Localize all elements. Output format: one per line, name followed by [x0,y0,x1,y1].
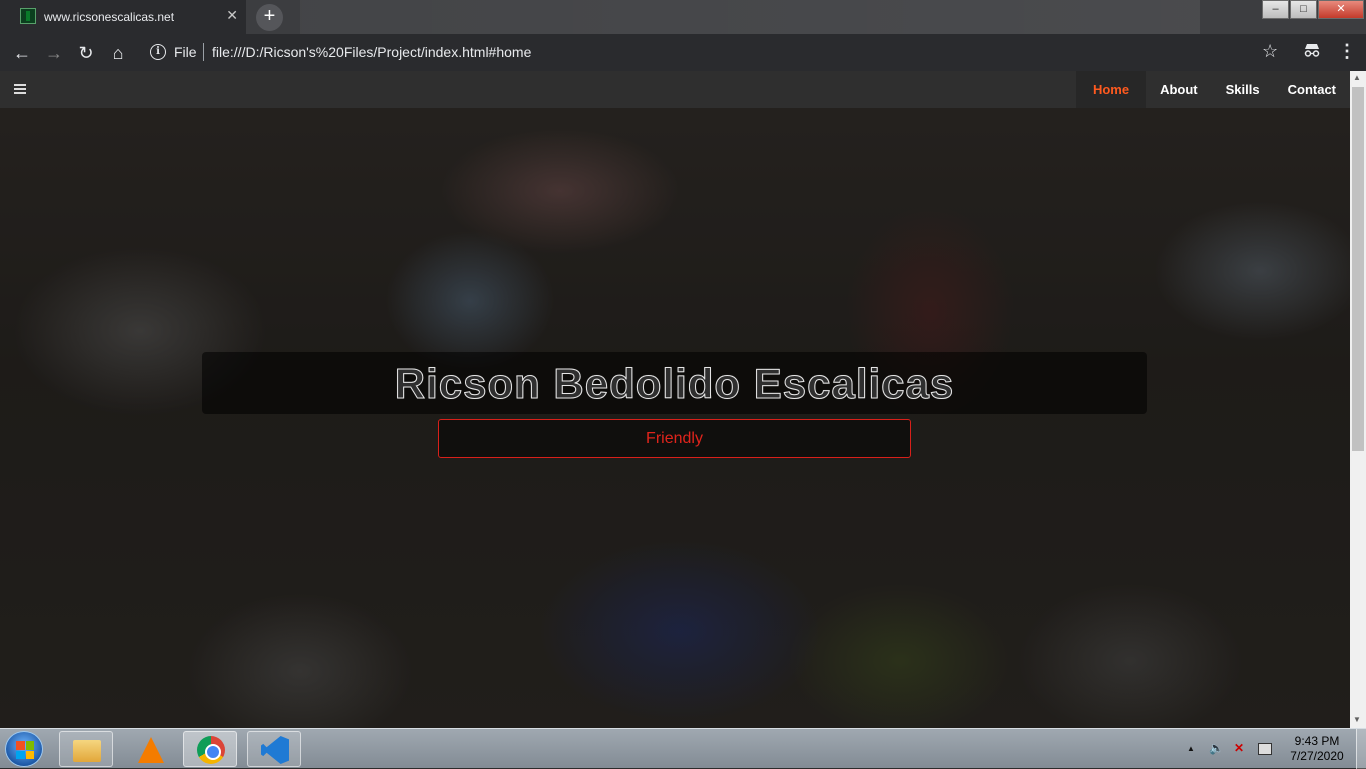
start-button[interactable] [5,731,43,767]
background-tabs [300,0,1200,34]
hero-name-heading: Ricson Bedolido Escalicas [394,360,955,408]
clock-date: 7/27/2020 [1290,749,1344,763]
hero-title-band: Ricson Bedolido Escalicas [202,352,1147,414]
site-favicon-icon [20,8,36,24]
minimize-button[interactable]: – [1262,0,1289,19]
url-separator [203,43,204,61]
back-arrow-icon[interactable]: ← [11,42,33,64]
incognito-icon[interactable] [1303,43,1321,57]
windows-flag-icon [16,741,34,759]
reload-icon[interactable]: ↻ [75,42,97,64]
file-explorer-icon [73,740,101,762]
vlc-icon [138,737,164,763]
window-close-button[interactable]: ✕ [1318,0,1364,19]
taskbar-chrome[interactable] [183,731,237,767]
page-scrollbar[interactable]: ▲ ▼ [1350,71,1366,728]
taskbar-vscode[interactable] [247,731,301,767]
windows-taskbar: ▲ 🔈 ✕ 9:43 PM 7/27/2020 [0,728,1366,769]
taskbar-clock[interactable]: 9:43 PM 7/27/2020 [1284,734,1350,764]
network-disconnected-icon[interactable]: ✕ [1234,741,1244,755]
forward-arrow-icon[interactable]: → [43,42,65,64]
maximize-button[interactable]: □ [1290,0,1317,19]
scrollbar-thumb[interactable] [1352,87,1364,451]
nav-link-contact[interactable]: Contact [1274,71,1350,108]
vscode-icon [261,736,289,764]
show-desktop-button[interactable] [1356,729,1366,769]
tab-strip: www.ricsonescalicas.net ✕ + – □ ✕ [0,0,1366,34]
action-center-icon[interactable] [1258,743,1272,755]
new-tab-button[interactable]: + [256,4,283,31]
browser-toolbar: ← → ↻ ⌂ i File file:///D:/Ricson's%20Fil… [0,34,1366,71]
tab-title: www.ricsonescalicas.net [44,10,175,24]
hamburger-menu-icon[interactable] [14,84,26,94]
browser-menu-icon[interactable]: ⋮ [1338,42,1356,60]
chrome-icon [197,736,225,764]
site-nav-menu: Home About Skills Contact [1075,71,1350,108]
hero-trait-text: Friendly [646,430,703,447]
bookmark-star-icon[interactable]: ☆ [1262,41,1278,62]
window-controls: – □ ✕ [1261,0,1364,20]
taskbar-vlc[interactable] [123,731,177,767]
volume-icon[interactable]: 🔈 [1209,741,1224,755]
nav-link-skills[interactable]: Skills [1212,71,1274,108]
home-icon[interactable]: ⌂ [107,42,129,64]
tab-close-icon[interactable]: ✕ [226,7,238,24]
browser-tab-active[interactable]: www.ricsonescalicas.net ✕ [0,0,246,34]
tray-expand-icon[interactable]: ▲ [1187,744,1195,753]
hero-trait-box: Friendly [438,419,911,458]
scroll-up-arrow-icon[interactable]: ▲ [1353,73,1361,82]
nav-link-home[interactable]: Home [1075,71,1147,108]
site-navbar: Home About Skills Contact [0,71,1350,108]
url-text[interactable]: file:///D:/Ricson's%20Files/Project/inde… [212,44,531,60]
scroll-down-arrow-icon[interactable]: ▼ [1353,715,1361,724]
nav-link-about[interactable]: About [1146,71,1212,108]
site-info-icon[interactable]: i [150,44,166,60]
clock-time: 9:43 PM [1294,734,1340,748]
url-scheme-label: File [174,44,197,60]
taskbar-file-explorer[interactable] [59,731,113,767]
page-viewport: Home About Skills Contact Ricson Bedolid… [0,71,1350,728]
omnibox[interactable]: i File file:///D:/Ricson's%20Files/Proje… [140,38,1290,67]
